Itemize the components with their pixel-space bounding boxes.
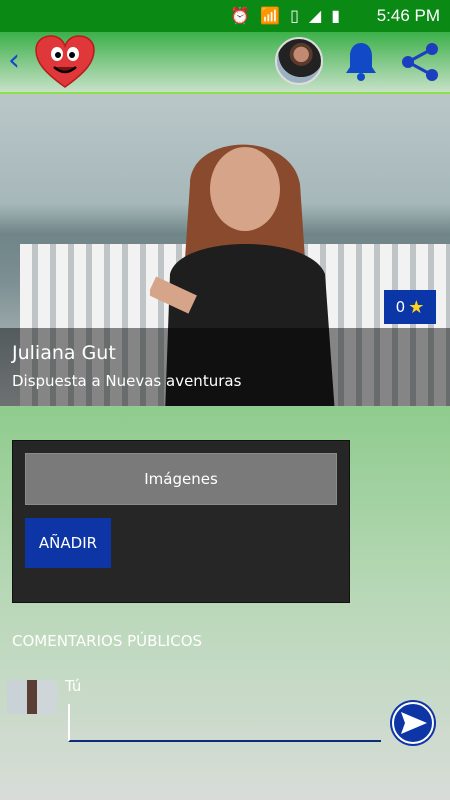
- star-icon: ★: [408, 296, 425, 318]
- status-bar: ⏰ 📶 ▯ ◢ ▮ 5:46 PM: [0, 0, 450, 32]
- signal-icon: ◢: [308, 6, 322, 25]
- images-button[interactable]: Imágenes: [25, 453, 337, 505]
- profile-name: Juliana Gut: [12, 342, 116, 364]
- sim-icon: ▯: [290, 6, 299, 25]
- avatar[interactable]: [275, 37, 323, 85]
- bell-icon[interactable]: [343, 40, 379, 82]
- app-bar: ‹: [0, 32, 450, 94]
- user-thumbnail: [7, 680, 57, 714]
- alarm-icon: ⏰: [230, 6, 251, 25]
- back-icon[interactable]: ‹: [8, 46, 20, 76]
- status-icons: ⏰ 📶 ▯ ◢ ▮: [230, 6, 340, 26]
- send-icon[interactable]: [388, 698, 438, 748]
- comment-author: Tú: [65, 677, 82, 695]
- images-panel: Imágenes AÑADIR: [12, 440, 350, 603]
- status-time: 5:46 PM: [376, 6, 440, 25]
- rating-count: 0: [395, 298, 406, 316]
- battery-icon: ▮: [331, 6, 340, 25]
- profile-status: Dispuesta a Nuevas aventuras: [12, 372, 242, 390]
- heart-logo[interactable]: [34, 34, 96, 90]
- add-button[interactable]: AÑADIR: [25, 518, 111, 568]
- rating-badge[interactable]: 0 ★: [384, 290, 436, 324]
- name-overlay: [0, 328, 450, 406]
- wifi-icon: 📶: [260, 6, 281, 25]
- comment-input[interactable]: [68, 704, 381, 742]
- comments-title: COMENTARIOS PÚBLICOS: [12, 632, 203, 650]
- share-icon[interactable]: [398, 40, 442, 84]
- profile-photo: Juliana Gut Dispuesta a Nuevas aventuras: [0, 94, 450, 406]
